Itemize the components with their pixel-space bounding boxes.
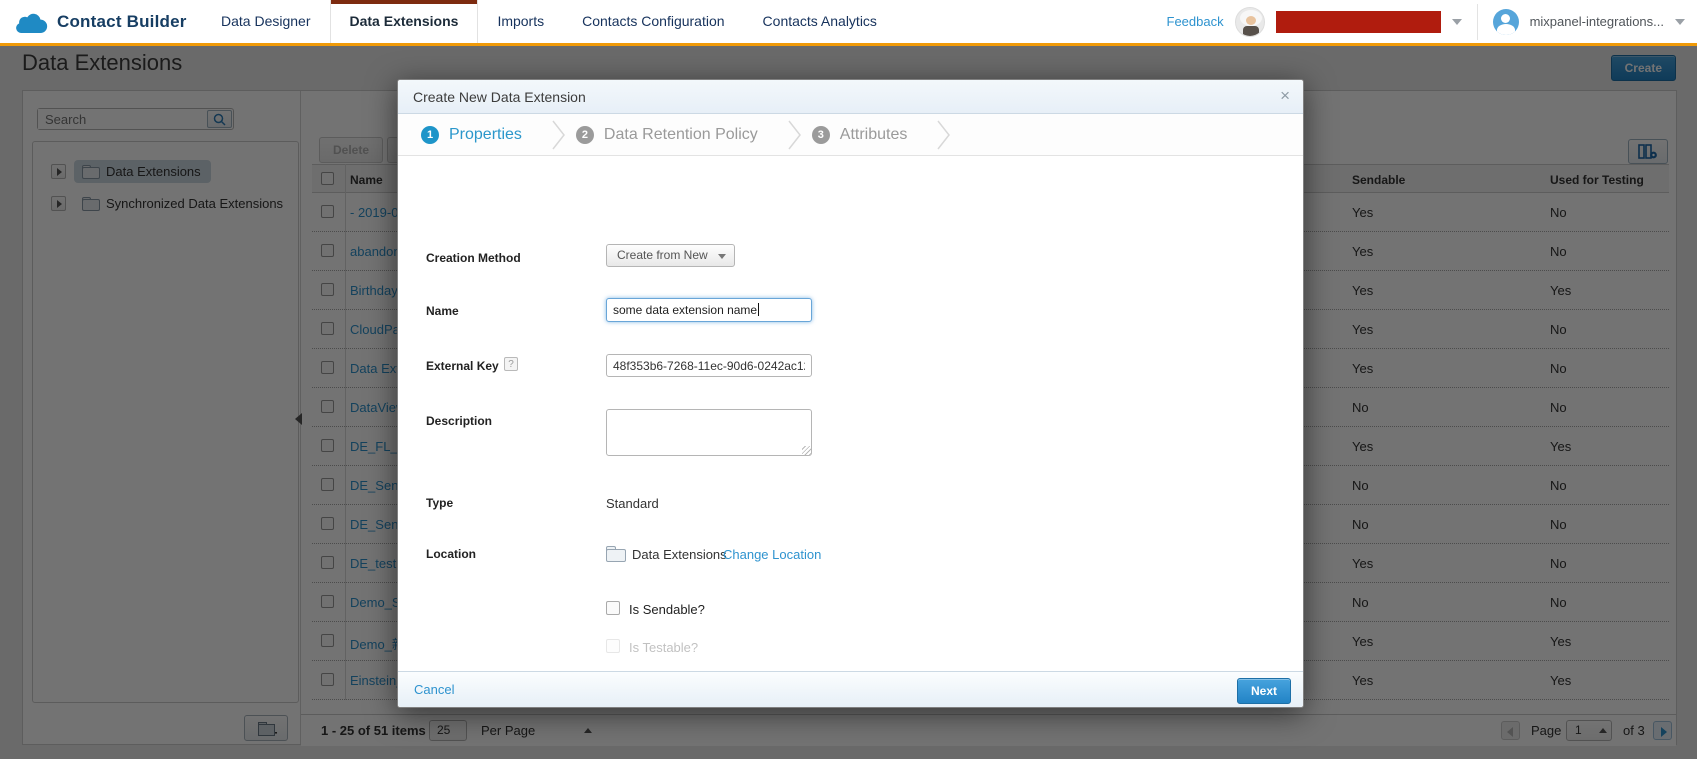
nav-tab[interactable]: Imports — [478, 0, 563, 43]
modal-header: Create New Data Extension × — [398, 80, 1303, 114]
step-number-badge: 1 — [421, 126, 439, 144]
next-button[interactable]: Next — [1237, 678, 1291, 704]
step-chevron-icon — [552, 120, 566, 150]
creation-method-value: Create from New — [617, 248, 708, 262]
external-key-label: External Key — [426, 359, 499, 373]
avatar-face — [1246, 16, 1256, 25]
nav-tab-label: Imports — [497, 13, 544, 29]
step-label: Data Retention Policy — [604, 126, 758, 144]
step-label: Properties — [449, 126, 522, 144]
location-value: Data Extensions — [632, 547, 727, 562]
description-textarea[interactable] — [606, 409, 812, 456]
chevron-down-icon[interactable] — [1452, 19, 1462, 25]
type-label: Type — [426, 496, 453, 510]
text-cursor — [758, 303, 759, 316]
step-number-badge: 3 — [812, 126, 830, 144]
description-label: Description — [426, 414, 492, 428]
cloud-logo-icon — [14, 11, 48, 33]
account-name[interactable]: mixpanel-integrations... — [1530, 14, 1664, 29]
step-chevron-icon — [788, 120, 802, 150]
nav-right-cluster: Feedback mixpanel-integrations... — [1167, 0, 1686, 43]
name-input[interactable]: some data extension name — [606, 298, 812, 322]
nav-tab[interactable]: Contacts Configuration — [563, 0, 743, 43]
account-chevron-down-icon[interactable] — [1675, 19, 1685, 25]
nav-tab-label: Contacts Analytics — [763, 13, 877, 29]
external-key-input[interactable] — [606, 354, 812, 377]
location-folder-icon — [606, 546, 624, 560]
feedback-link[interactable]: Feedback — [1167, 14, 1224, 29]
nav-tab[interactable]: Data Extensions — [330, 0, 479, 43]
step-number-badge: 2 — [576, 126, 594, 144]
nav-tab[interactable]: Contacts Analytics — [744, 0, 896, 43]
wizard-steps: 1 Properties 2 Data Retention Policy 3 — [398, 114, 1303, 156]
resize-handle[interactable] — [802, 446, 811, 455]
step-label: Attributes — [840, 126, 908, 144]
avatar-suit — [1243, 26, 1259, 37]
wizard-step[interactable]: 3 Attributes — [812, 120, 962, 150]
user-avatar-icon[interactable] — [1493, 9, 1519, 35]
create-data-extension-modal: Create New Data Extension × 1 Properties… — [397, 79, 1304, 708]
redacted-account-block[interactable] — [1276, 11, 1441, 33]
user-avatar-body — [1497, 24, 1515, 35]
creation-method-dropdown[interactable]: Create from New — [606, 244, 735, 267]
is-testable-checkbox — [606, 639, 620, 653]
nav-divider — [1477, 4, 1478, 40]
is-sendable-label: Is Sendable? — [629, 602, 705, 617]
step-chevron-icon — [937, 120, 951, 150]
name-input-value: some data extension name — [613, 303, 757, 317]
brand[interactable]: Contact Builder — [14, 0, 187, 43]
user-avatar-head — [1501, 14, 1510, 23]
nav-tab-label: Data Extensions — [350, 13, 459, 29]
location-label: Location — [426, 547, 476, 561]
type-value: Standard — [606, 496, 659, 511]
is-sendable-checkbox[interactable] — [606, 601, 620, 615]
nav-tab-label: Data Designer — [221, 13, 311, 29]
wizard-step[interactable]: 1 Properties — [421, 120, 576, 150]
einstein-avatar[interactable] — [1235, 7, 1265, 37]
nav-tab[interactable]: Data Designer — [202, 0, 330, 43]
creation-method-label: Creation Method — [426, 251, 521, 265]
modal-body: Creation Method Create from New Name som… — [398, 156, 1303, 671]
close-icon[interactable]: × — [1280, 86, 1290, 106]
nav-tab-label: Contacts Configuration — [582, 13, 724, 29]
cancel-link[interactable]: Cancel — [414, 682, 454, 697]
is-testable-label: Is Testable? — [629, 640, 698, 655]
name-label: Name — [426, 304, 459, 318]
help-icon[interactable]: ? — [504, 357, 518, 371]
app-root: Contact Builder Data Designer Data Exten… — [0, 0, 1697, 759]
top-nav: Contact Builder Data Designer Data Exten… — [0, 0, 1697, 46]
modal-footer: Cancel Next — [398, 671, 1303, 707]
nav-tabs: Data Designer Data Extensions Imports Co… — [202, 0, 896, 43]
modal-title: Create New Data Extension — [413, 89, 586, 105]
dropdown-caret-icon — [718, 254, 726, 259]
wizard-step[interactable]: 2 Data Retention Policy — [576, 120, 812, 150]
brand-name: Contact Builder — [57, 12, 187, 32]
change-location-link[interactable]: Change Location — [723, 547, 821, 562]
